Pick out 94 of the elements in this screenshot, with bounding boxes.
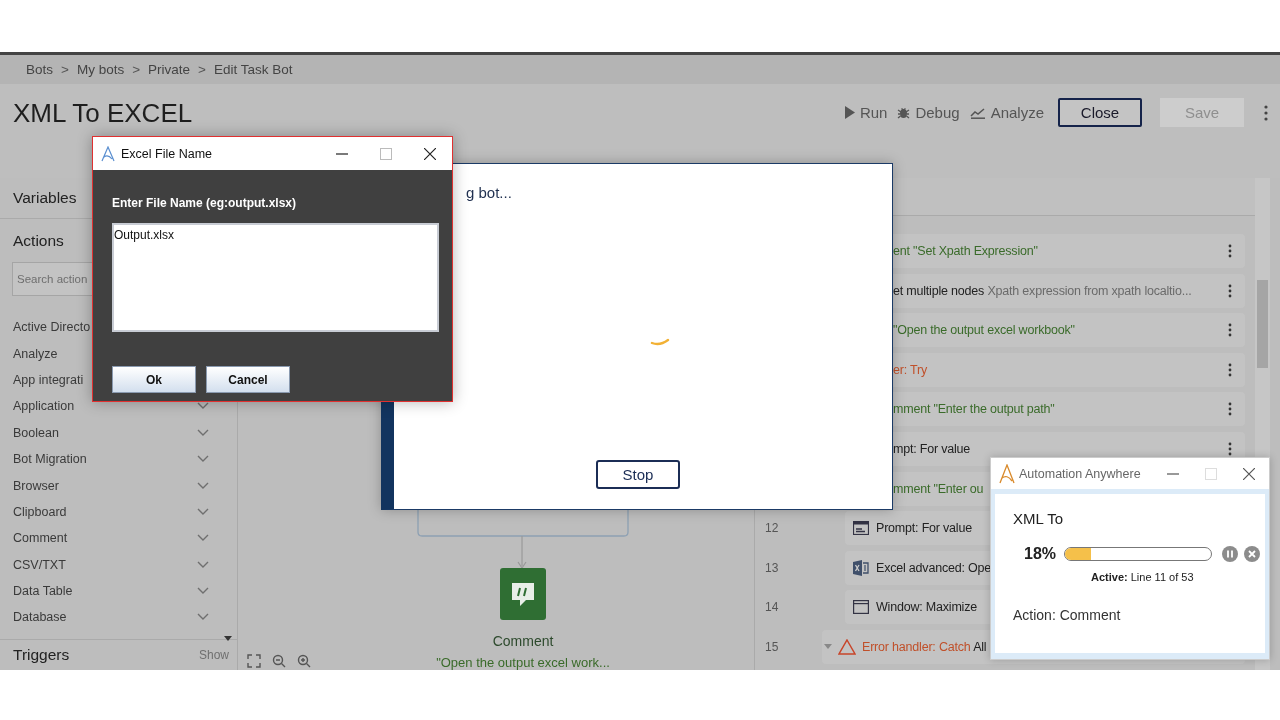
page-title: XML To EXCEL: [13, 98, 193, 129]
action-category[interactable]: CSV/TXT: [13, 557, 66, 572]
chevron-down-icon[interactable]: [197, 613, 209, 622]
action-category[interactable]: Active Directo: [13, 320, 91, 335]
more-options-icon[interactable]: [1228, 283, 1232, 298]
window-title: Automation Anywhere: [1019, 466, 1141, 481]
cancel-button[interactable]: Cancel: [206, 366, 290, 393]
play-icon: [844, 106, 855, 119]
chart-line-icon: [969, 106, 986, 119]
debug-button[interactable]: Debug: [897, 104, 960, 121]
action-category[interactable]: App integrati: [13, 372, 84, 387]
variables-header[interactable]: Variables: [13, 189, 77, 207]
close-icon[interactable]: [424, 147, 436, 160]
action-category[interactable]: Comment: [13, 531, 68, 546]
line-number: 12: [765, 521, 779, 536]
action-category[interactable]: Data Table: [13, 584, 73, 599]
chevron-down-icon[interactable]: [197, 455, 209, 464]
more-options-icon[interactable]: [1228, 441, 1232, 456]
prompt-window-icon: [853, 521, 869, 536]
zoom-in-icon[interactable]: [297, 654, 311, 668]
more-options-icon[interactable]: [1228, 323, 1232, 338]
chevron-down-icon[interactable]: [197, 560, 209, 569]
bug-icon: [897, 106, 911, 119]
action-category[interactable]: Clipboard: [13, 504, 67, 519]
window-title: Excel File Name: [121, 146, 213, 161]
more-options-icon[interactable]: [1228, 244, 1232, 258]
breadcrumb-link[interactable]: Private: [148, 62, 191, 77]
step-text: et multiple nodes Xpath expression from xpath localtio...: [893, 283, 1192, 298]
cancel-icon[interactable]: [1244, 546, 1261, 562]
active-line-text: Active: Line 11 of 53: [1090, 571, 1195, 583]
maximize-icon[interactable]: [380, 147, 392, 160]
collapse-caret-icon[interactable]: [824, 644, 832, 650]
step-text: mment "Enter ou: [893, 481, 984, 496]
app-logo-icon: [999, 463, 1015, 484]
breadcrumb-link[interactable]: Bots: [26, 62, 53, 77]
step-text: Prompt: For value: [876, 521, 972, 536]
window-icon: [853, 600, 869, 615]
node-label: Comment: [491, 633, 555, 649]
line-number: 14: [765, 600, 779, 615]
file-name-field[interactable]: Output.xlsx: [112, 223, 439, 332]
chevron-down-icon[interactable]: [197, 428, 209, 437]
more-options-icon[interactable]: [1264, 104, 1268, 121]
breadcrumb-separator: >: [61, 62, 69, 77]
comment-node-icon[interactable]: [500, 568, 546, 620]
chevron-down-icon[interactable]: [197, 534, 209, 543]
triggers-header: Triggers: [13, 646, 70, 664]
chevron-down-icon[interactable]: [197, 507, 209, 516]
close-icon[interactable]: [1243, 467, 1255, 480]
node-caption: "Open the output excel work...: [435, 655, 611, 670]
action-category[interactable]: Boolean: [13, 425, 59, 440]
step-text: er: Try: [893, 362, 928, 377]
breadcrumb-separator: >: [198, 62, 206, 77]
step-text: Error handler: Catch All: [862, 639, 987, 654]
fit-screen-icon[interactable]: [247, 654, 261, 668]
step-text: mment "Enter the output path": [893, 402, 1055, 417]
breadcrumb-link[interactable]: Edit Task Bot: [214, 62, 293, 77]
more-options-icon[interactable]: [1228, 362, 1232, 377]
breadcrumb-separator: >: [132, 62, 141, 77]
step-text: Window: Maximize: [876, 600, 977, 615]
scrollbar-thumb[interactable]: [1257, 280, 1268, 368]
step-text: "Open the output excel workbook": [893, 323, 1075, 338]
actions-header: Actions: [13, 232, 64, 249]
action-category[interactable]: Application: [13, 399, 75, 414]
analyze-button[interactable]: Analyze: [969, 104, 1044, 121]
run-button[interactable]: Run: [844, 104, 888, 121]
line-number: 15: [765, 639, 779, 654]
step-text: mpt: For value: [893, 441, 971, 456]
close-button[interactable]: Close: [1058, 98, 1142, 127]
chevron-down-icon[interactable]: [197, 587, 209, 596]
pause-icon[interactable]: [1222, 546, 1239, 562]
more-options-icon[interactable]: [1228, 402, 1232, 417]
loading-spinner-icon: [650, 337, 672, 347]
prompt-label: Enter File Name (eg:output.xlsx): [112, 196, 298, 210]
action-category[interactable]: Analyze: [13, 346, 58, 361]
progress-percent: 18%: [1024, 545, 1057, 563]
stop-button[interactable]: Stop: [596, 460, 680, 489]
spreadsheet-icon: [853, 559, 869, 576]
breadcrumb-link[interactable]: My bots: [76, 62, 125, 77]
status-text: g bot...: [466, 184, 512, 201]
warning-icon: [838, 638, 856, 655]
chevron-down-icon[interactable]: [197, 481, 209, 490]
line-number: 13: [765, 560, 779, 575]
app-logo-icon: [101, 145, 115, 162]
action-category[interactable]: Database: [13, 610, 67, 625]
chevron-down-icon[interactable]: [197, 402, 209, 411]
ok-button[interactable]: Ok: [112, 366, 196, 393]
step-text: ent "Set Xpath Expression": [893, 244, 1038, 258]
action-category[interactable]: Bot Migration: [13, 452, 87, 467]
step-text: Excel advanced: Ope: [876, 560, 992, 575]
current-action-text: Action: Comment: [1013, 607, 1122, 623]
scroll-down-icon[interactable]: [224, 635, 232, 641]
bot-name: XML To: [1013, 510, 1065, 527]
zoom-out-icon[interactable]: [272, 654, 286, 668]
action-category[interactable]: Browser: [13, 478, 59, 493]
